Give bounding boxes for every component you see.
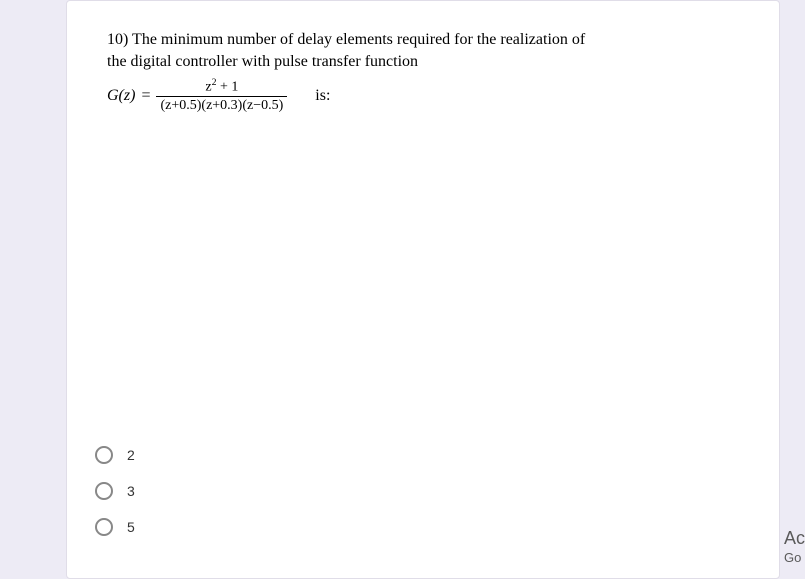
radio-option-1[interactable] — [95, 446, 113, 464]
numerator: z2 + 1 — [201, 78, 242, 96]
is-text: is: — [315, 87, 330, 105]
side-ac: Ac — [784, 527, 805, 550]
formula-row: G(z) = z2 + 1 (z+0.5)(z+0.3)(z−0.5) is: — [107, 78, 739, 113]
denominator: (z+0.5)(z+0.3)(z−0.5) — [156, 96, 287, 113]
question-card: 10) The minimum number of delay elements… — [66, 0, 780, 579]
option-label-2: 3 — [127, 483, 135, 499]
radio-option-2[interactable] — [95, 482, 113, 500]
question-number: 10) — [107, 31, 128, 48]
equals-symbol: = — [141, 87, 150, 105]
options-area: 2 3 5 — [95, 428, 135, 554]
gz-symbol: G(z) — [107, 87, 135, 105]
radio-option-3[interactable] — [95, 518, 113, 536]
question-line1: The minimum number of delay elements req… — [132, 31, 585, 48]
question-line2: the digital controller with pulse transf… — [107, 53, 418, 70]
question-text: 10) The minimum number of delay elements… — [107, 29, 739, 74]
side-text: Ac Go — [784, 527, 805, 567]
option-3[interactable]: 5 — [95, 518, 135, 536]
option-1[interactable]: 2 — [95, 446, 135, 464]
option-label-3: 5 — [127, 519, 135, 535]
fraction: z2 + 1 (z+0.5)(z+0.3)(z−0.5) — [156, 78, 287, 113]
option-2[interactable]: 3 — [95, 482, 135, 500]
option-label-1: 2 — [127, 447, 135, 463]
side-go: Go — [784, 550, 805, 567]
